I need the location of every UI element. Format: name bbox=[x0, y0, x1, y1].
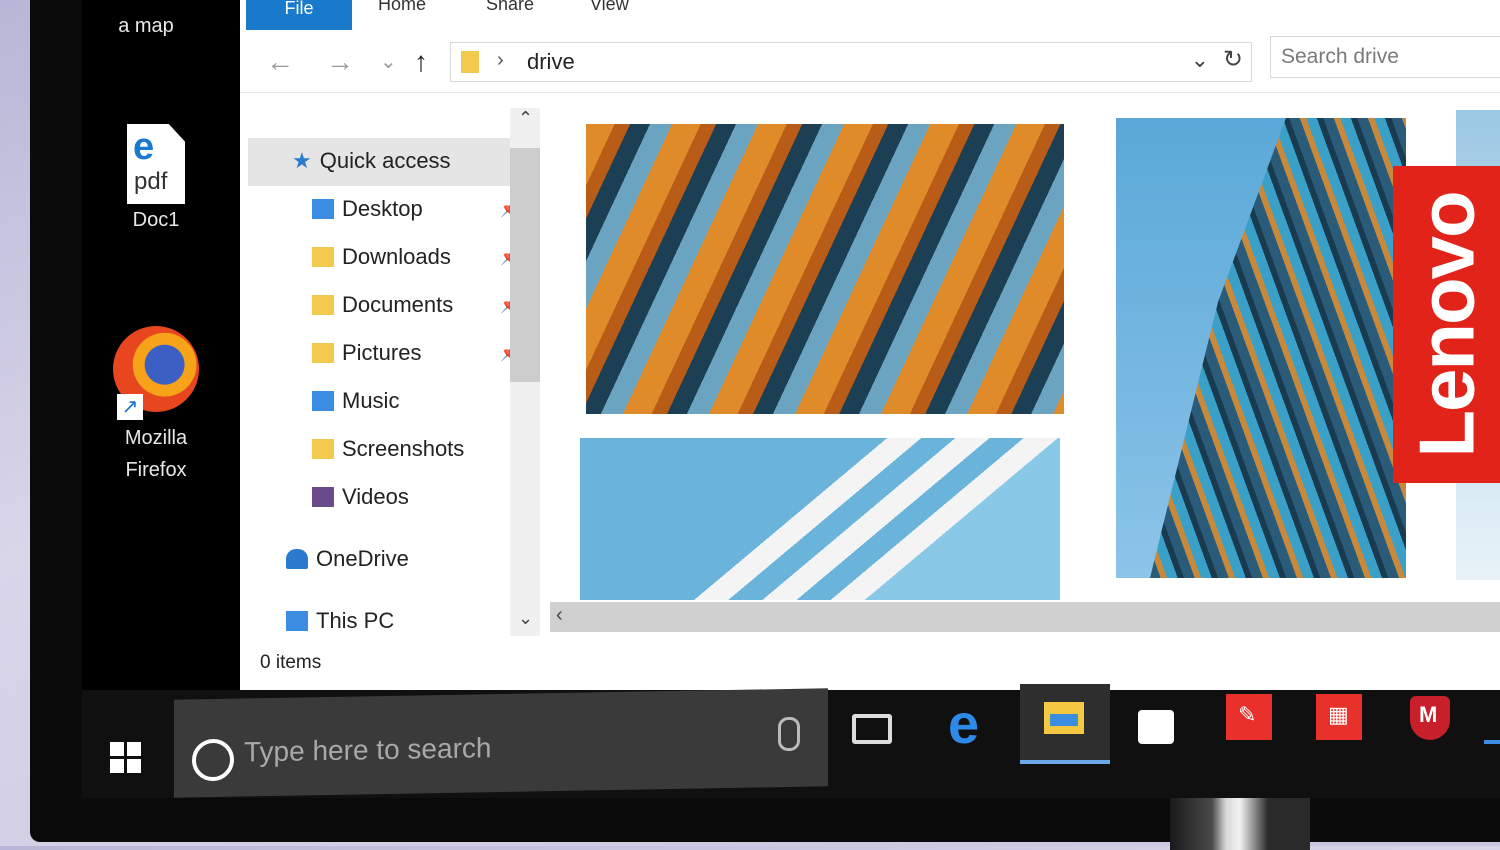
music-folder-icon bbox=[312, 391, 334, 411]
refresh-icon[interactable]: ↻ bbox=[1223, 45, 1243, 74]
breadcrumb[interactable]: drive bbox=[527, 49, 575, 75]
search-input[interactable]: Search drive bbox=[1270, 36, 1500, 78]
taskbar-search-placeholder: Type here to search bbox=[244, 732, 492, 768]
pdf-glyph: pdf bbox=[134, 168, 168, 195]
taskbar: Type here to search e ✎ ▦ M bbox=[82, 684, 1500, 798]
nav-item-label: Screenshots bbox=[342, 436, 465, 461]
ribbon-tabs: File Home Share View bbox=[240, 0, 1500, 30]
horizontal-scrollbar[interactable]: ‹ bbox=[550, 602, 1500, 632]
recent-locations-icon[interactable]: ⌄ bbox=[380, 48, 397, 76]
downloads-folder-icon bbox=[312, 247, 334, 267]
desktop-icon-label: a map bbox=[118, 15, 174, 37]
folder-band-icon bbox=[1050, 714, 1078, 726]
microphone-icon[interactable] bbox=[778, 716, 800, 752]
star-icon: ★ bbox=[292, 148, 312, 173]
desktop-icon-label: Firefox bbox=[125, 459, 187, 481]
nav-item-label: OneDrive bbox=[316, 546, 409, 571]
scrollbar-thumb[interactable] bbox=[510, 148, 540, 382]
folder-icon bbox=[461, 51, 479, 73]
screenshots-folder-icon bbox=[312, 439, 334, 459]
nav-item-label: Videos bbox=[342, 484, 409, 509]
address-bar-row: ← → ⌄ ↑ › drive ⌄ ↻ Search drive bbox=[240, 30, 1500, 93]
image-thumbnail[interactable] bbox=[586, 124, 1064, 414]
nav-item-documents[interactable]: Documents 📌 bbox=[312, 292, 520, 318]
videos-folder-icon bbox=[312, 487, 334, 507]
back-arrow-icon[interactable]: ← bbox=[266, 48, 294, 76]
address-field[interactable]: › drive ⌄ ↻ bbox=[450, 42, 1252, 82]
image-thumbnail[interactable] bbox=[580, 438, 1060, 600]
breadcrumb-separator: › bbox=[497, 49, 504, 71]
up-arrow-icon[interactable]: ↑ bbox=[414, 48, 428, 76]
brand-logo-text: Lenovo bbox=[1402, 191, 1490, 458]
nav-item-music[interactable]: Music bbox=[312, 388, 399, 414]
navigation-pane: ★ Quick access Desktop 📌 Downloads 📌 Doc… bbox=[240, 100, 540, 640]
pdf-file-icon: e pdf bbox=[127, 124, 185, 204]
file-explorer-taskbar-icon[interactable] bbox=[1020, 684, 1110, 764]
cortana-icon bbox=[192, 738, 234, 782]
nav-item-onedrive[interactable]: OneDrive bbox=[286, 546, 409, 572]
image-thumbnail[interactable] bbox=[1116, 118, 1406, 578]
pen-icon: ✎ bbox=[1238, 702, 1257, 727]
mcafee-shield-icon[interactable]: M bbox=[1410, 696, 1450, 740]
red-app-icon[interactable]: ✎ bbox=[1226, 694, 1272, 740]
windows-start-icon[interactable] bbox=[110, 742, 142, 774]
desktop-icon-firefox[interactable]: ↗ Mozilla Firefox bbox=[96, 326, 216, 486]
monitor-stand bbox=[1170, 790, 1310, 850]
nav-item-label: Music bbox=[342, 388, 400, 413]
tray-indicator bbox=[1484, 740, 1500, 744]
desktop-icon-map[interactable]: a map bbox=[86, 10, 206, 42]
tab-share[interactable]: Share bbox=[486, 0, 534, 15]
desktop-icon-label: Doc1 bbox=[132, 209, 180, 231]
nav-item-videos[interactable]: Videos bbox=[312, 484, 409, 510]
scroll-up-icon[interactable]: ⌃ bbox=[518, 108, 533, 129]
computer-icon bbox=[286, 611, 308, 631]
edge-browser-icon[interactable]: e bbox=[948, 694, 1018, 764]
nav-item-label: Documents bbox=[342, 292, 454, 317]
forward-arrow-icon[interactable]: → bbox=[326, 48, 354, 76]
nav-scrollbar[interactable]: ⌃ ⌄ bbox=[510, 108, 540, 636]
thumbnail-sky bbox=[1116, 118, 1286, 578]
nav-item-this-pc[interactable]: This PC bbox=[286, 608, 394, 634]
task-view-icon[interactable] bbox=[852, 714, 892, 744]
nav-item-desktop[interactable]: Desktop 📌 bbox=[312, 196, 520, 222]
tab-file[interactable]: File bbox=[246, 0, 352, 30]
nav-item-label: Quick access bbox=[319, 148, 451, 173]
file-content-area bbox=[550, 100, 1500, 600]
pictures-folder-icon bbox=[312, 343, 334, 363]
store-icon[interactable] bbox=[1138, 710, 1174, 744]
nav-item-label: Downloads bbox=[342, 244, 451, 269]
desktop-folder-icon bbox=[312, 199, 334, 219]
cloud-icon bbox=[286, 549, 308, 569]
mcafee-glyph: M bbox=[1419, 702, 1438, 727]
scroll-down-icon[interactable]: ⌄ bbox=[518, 608, 533, 629]
grid-icon: ▦ bbox=[1328, 702, 1349, 727]
desktop-icon-doc1[interactable]: e pdf Doc1 bbox=[96, 124, 216, 236]
tab-home[interactable]: Home bbox=[378, 0, 426, 15]
taskbar-search-box[interactable]: Type here to search bbox=[174, 688, 828, 798]
firefox-icon: ↗ bbox=[113, 326, 199, 420]
nav-item-screenshots[interactable]: Screenshots bbox=[312, 436, 464, 462]
brand-logo: Lenovo bbox=[1393, 166, 1500, 483]
nav-item-label: Pictures bbox=[342, 340, 422, 365]
red-app-icon-2[interactable]: ▦ bbox=[1316, 694, 1362, 740]
shortcut-arrow-icon: ↗ bbox=[117, 394, 143, 420]
tab-view[interactable]: View bbox=[590, 0, 629, 15]
documents-folder-icon bbox=[312, 295, 334, 315]
desktop-icon-label: Mozilla bbox=[124, 427, 188, 449]
chevron-down-icon[interactable]: ⌄ bbox=[1191, 47, 1209, 73]
nav-item-label: This PC bbox=[316, 608, 395, 633]
nav-item-label: Desktop bbox=[342, 196, 423, 221]
scroll-left-icon[interactable]: ‹ bbox=[556, 604, 563, 627]
nav-item-pictures[interactable]: Pictures 📌 bbox=[312, 340, 520, 366]
nav-item-quick-access[interactable]: ★ Quick access bbox=[292, 148, 451, 174]
file-explorer-window: File Home Share View ← → ⌄ ↑ › drive ⌄ ↻… bbox=[240, 0, 1500, 690]
nav-item-downloads[interactable]: Downloads 📌 bbox=[312, 244, 520, 270]
edge-glyph: e bbox=[133, 126, 155, 168]
status-bar: 0 items bbox=[260, 652, 322, 673]
